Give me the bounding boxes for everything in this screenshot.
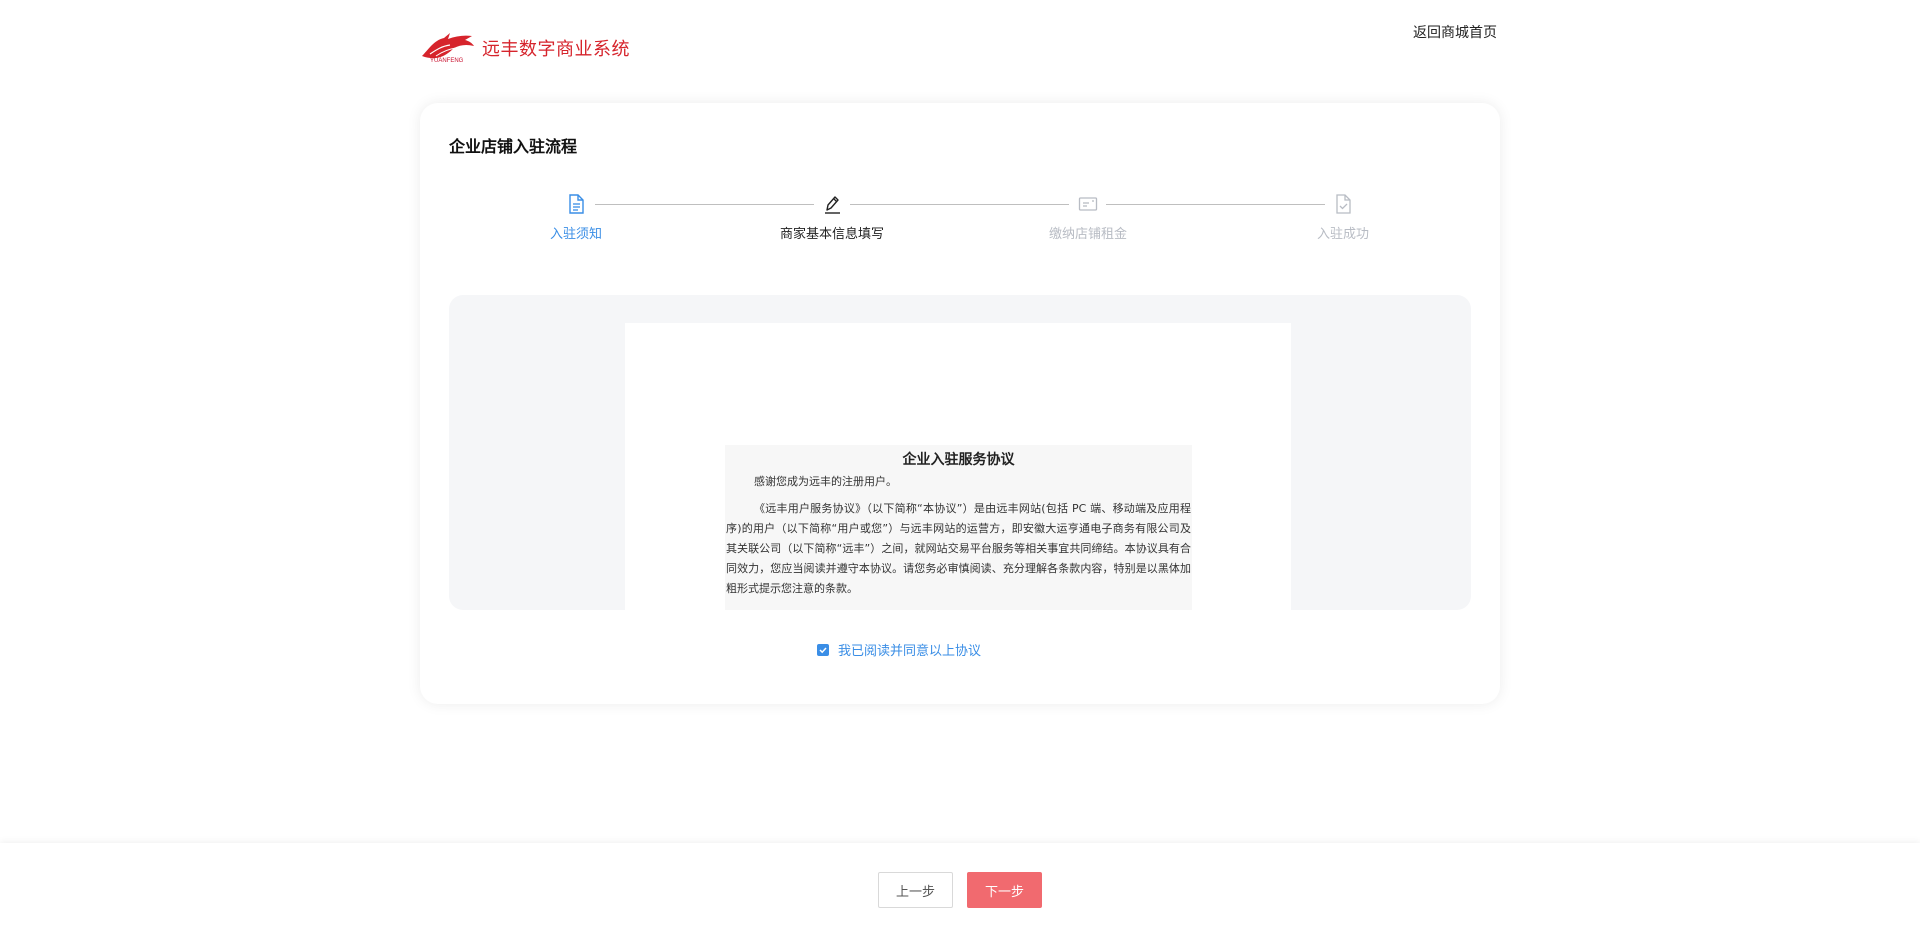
settlement-card: 企业店铺入驻流程 入驻须知 商家基本信息填写 缴纳店铺租金 入驻成功 企业入驻服…	[420, 103, 1500, 704]
step-label: 入驻须知	[549, 227, 602, 242]
checkmark-icon	[819, 646, 827, 653]
agree-checkbox-row[interactable]: 我已阅读并同意以上协议	[817, 640, 981, 659]
previous-step-button[interactable]: 上一步	[878, 872, 953, 908]
agreement-greeting: 感谢您成为远丰的注册用户。	[754, 475, 897, 488]
agree-checkbox[interactable]	[817, 643, 829, 656]
agreement-document-page: 企业入驻服务协议 感谢您成为远丰的注册用户。 《远丰用户服务协议》（以下简称“本…	[625, 323, 1291, 610]
step-label: 入驻成功	[1316, 227, 1369, 242]
agreement-title: 企业入驻服务协议	[902, 452, 1015, 468]
page-title: 企业店铺入驻流程	[449, 137, 578, 156]
logo-brand-text: YUANFENG	[430, 58, 464, 64]
payment-card-icon	[1077, 193, 1099, 215]
document-check-icon	[1332, 193, 1354, 215]
document-icon	[565, 193, 587, 215]
brand-logo[interactable]: YUANFENG 远丰数字商业系统	[420, 30, 630, 66]
footer-action-bar: 上一步 下一步	[0, 843, 1920, 931]
back-to-mall-link[interactable]: 返回商城首页	[1413, 22, 1497, 42]
pen-icon	[821, 193, 843, 215]
agreement-document-content: 企业入驻服务协议 感谢您成为远丰的注册用户。 《远丰用户服务协议》（以下简称“本…	[725, 445, 1192, 610]
horse-logo-icon: YUANFENG	[420, 30, 476, 66]
app-title: 远丰数字商业系统	[482, 39, 630, 60]
next-step-button[interactable]: 下一步	[967, 872, 1042, 908]
step-pay-rent: 缴纳店铺租金	[1008, 193, 1168, 242]
step-label: 商家基本信息填写	[779, 227, 884, 242]
agree-label: 我已阅读并同意以上协议	[838, 644, 982, 659]
step-success: 入驻成功	[1263, 193, 1423, 242]
step-label: 缴纳店铺租金	[1048, 227, 1127, 242]
step-notice: 入驻须知	[496, 193, 656, 242]
page-header: YUANFENG 远丰数字商业系统 返回商城首页	[0, 0, 1920, 90]
step-basic-info: 商家基本信息填写	[752, 193, 912, 242]
step-indicator: 入驻须知 商家基本信息填写 缴纳店铺租金 入驻成功	[420, 193, 1500, 253]
agreement-scroll-area[interactable]: 企业入驻服务协议 感谢您成为远丰的注册用户。 《远丰用户服务协议》（以下简称“本…	[449, 295, 1471, 610]
agreement-body: 《远丰用户服务协议》（以下简称“本协议”）是由远丰网站(包括 PC 端、移动端及…	[726, 502, 1191, 595]
